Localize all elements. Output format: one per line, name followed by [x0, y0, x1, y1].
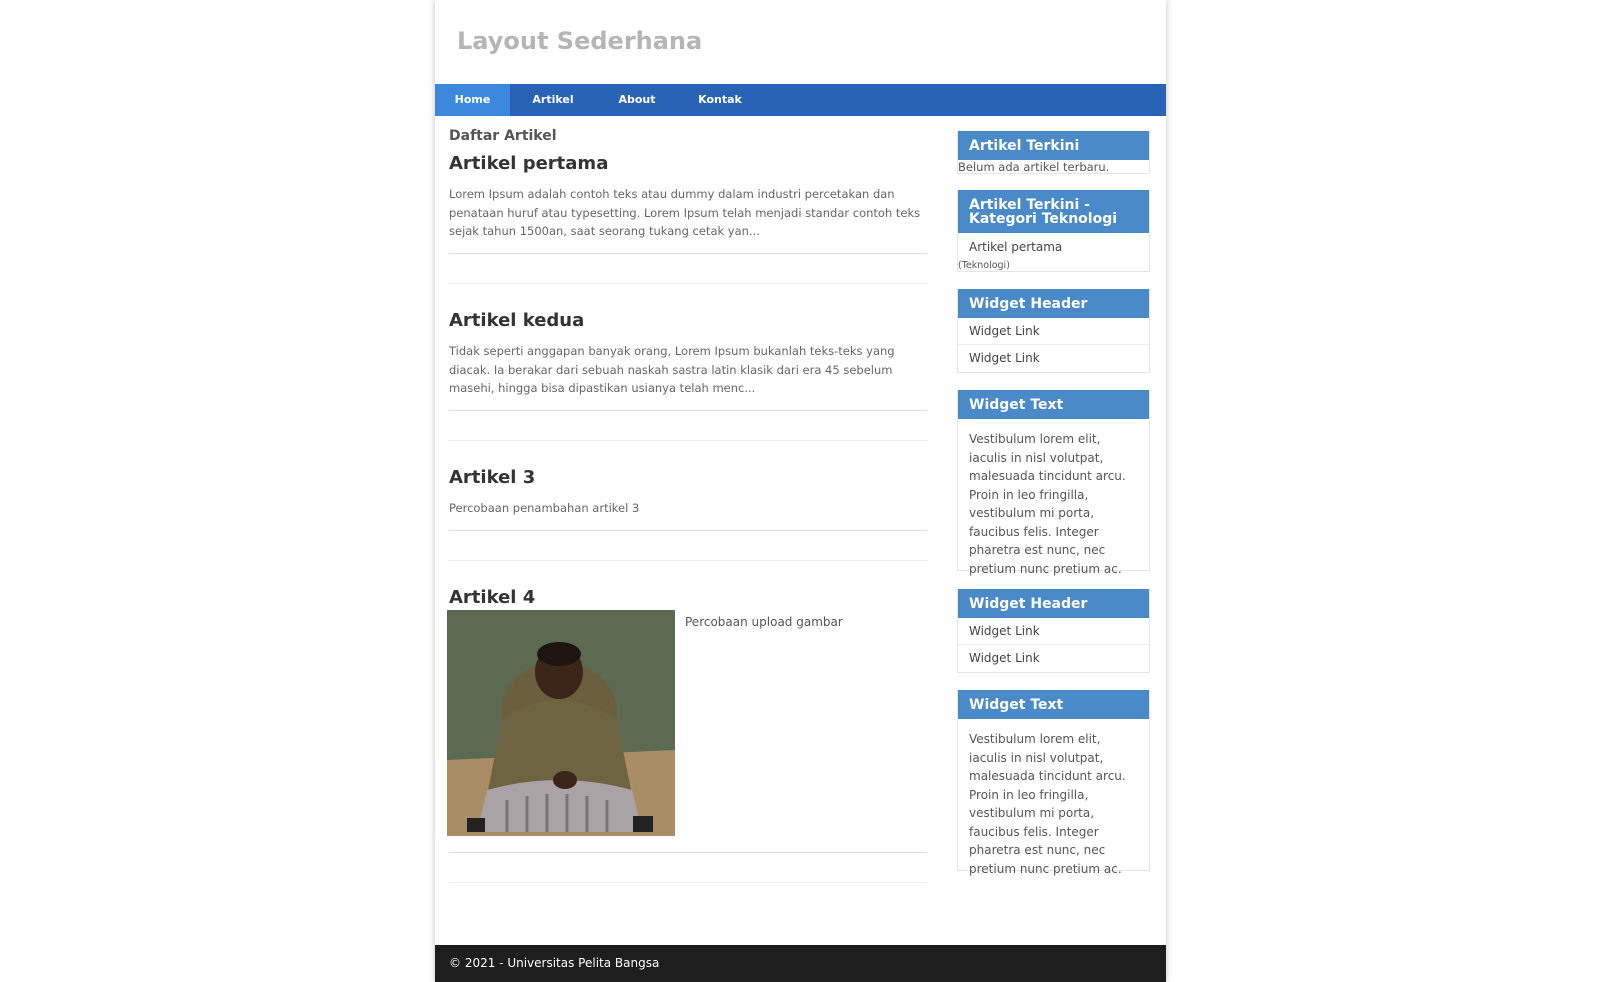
- nav-item-artikel[interactable]: Artikel: [510, 84, 596, 116]
- widget-header: Artikel Terkini - Kategori Teknologi: [958, 190, 1149, 233]
- divider: [449, 253, 927, 254]
- article-excerpt: Lorem Ipsum adalah contoh teks atau dumm…: [449, 187, 921, 238]
- article-title[interactable]: Artikel pertama: [449, 153, 927, 174]
- article-item: Artikel pertama Lorem Ipsum adalah conto…: [449, 153, 927, 241]
- article-title[interactable]: Artikel kedua: [449, 310, 927, 331]
- site-header: Layout Sederhana: [435, 0, 1166, 84]
- main-nav: Home Artikel About Kontak: [435, 84, 1166, 116]
- divider: [449, 560, 927, 561]
- widget-category-articles: Artikel Terkini - Kategori Teknologi Art…: [957, 190, 1150, 272]
- widget-recent-articles: Artikel Terkini Belum ada artikel terbar…: [957, 131, 1150, 174]
- category-label: (Teknologi): [958, 260, 1010, 271]
- widget-header: Widget Text: [958, 690, 1149, 719]
- article-excerpt: Percobaan penambahan artikel 3: [449, 501, 640, 515]
- nav-item-about[interactable]: About: [596, 84, 678, 116]
- widget-link[interactable]: Widget Link: [958, 645, 1149, 672]
- widget-text: Vestibulum lorem elit, iaculis in nisl v…: [969, 732, 1126, 876]
- widget-header: Widget Text: [958, 390, 1149, 419]
- divider: [449, 283, 927, 284]
- divider: [449, 882, 927, 883]
- widget-links: Widget Header Widget Link Widget Link: [957, 289, 1150, 373]
- widget-header: Widget Header: [958, 289, 1149, 318]
- article-image: [447, 610, 675, 836]
- divider: [449, 440, 927, 441]
- page-container: Layout Sederhana Home Artikel About Kont…: [435, 0, 1166, 982]
- article-body: Percobaan upload gambar: [447, 610, 927, 836]
- widget-links: Widget Header Widget Link Widget Link: [957, 589, 1150, 673]
- footer-copyright: © 2021 - Universitas Pelita Bangsa: [449, 956, 660, 970]
- nav-item-home[interactable]: Home: [435, 84, 510, 116]
- article-item: Artikel 3 Percobaan penambahan artikel 3: [449, 467, 927, 518]
- widget-link[interactable]: Artikel pertama: [958, 233, 1149, 254]
- article-excerpt: Tidak seperti anggapan banyak orang, Lor…: [449, 344, 895, 395]
- widget-link[interactable]: Widget Link: [958, 318, 1149, 345]
- widget-link[interactable]: Widget Link: [958, 345, 1149, 372]
- widget-text: Belum ada artikel terbaru.: [958, 160, 1110, 174]
- widget-header: Widget Header: [958, 589, 1149, 618]
- article-title[interactable]: Artikel 3: [449, 467, 927, 488]
- divider: [449, 852, 927, 853]
- article-item: Artikel 4 Percobaan upload gambar: [447, 587, 927, 836]
- main-content: Daftar Artikel Artikel pertama Lorem Ips…: [447, 128, 927, 883]
- site-footer: © 2021 - Universitas Pelita Bangsa: [435, 945, 1166, 982]
- widget-text-block: Widget Text Vestibulum lorem elit, iacul…: [957, 390, 1150, 576]
- widget-link[interactable]: Widget Link: [958, 618, 1149, 645]
- article-title[interactable]: Artikel 4: [449, 587, 927, 608]
- widget-text: Vestibulum lorem elit, iaculis in nisl v…: [969, 432, 1126, 576]
- nav-item-kontak[interactable]: Kontak: [678, 84, 762, 116]
- widget-text-block: Widget Text Vestibulum lorem elit, iacul…: [957, 690, 1150, 876]
- divider: [449, 410, 927, 411]
- article-excerpt: Percobaan upload gambar: [685, 615, 843, 629]
- article-item: Artikel kedua Tidak seperti anggapan ban…: [449, 310, 927, 398]
- divider: [449, 530, 927, 531]
- site-title[interactable]: Layout Sederhana: [457, 27, 702, 55]
- photo-illustration: [447, 610, 675, 836]
- widget-header: Artikel Terkini: [958, 131, 1149, 160]
- section-title: Daftar Artikel: [449, 128, 557, 144]
